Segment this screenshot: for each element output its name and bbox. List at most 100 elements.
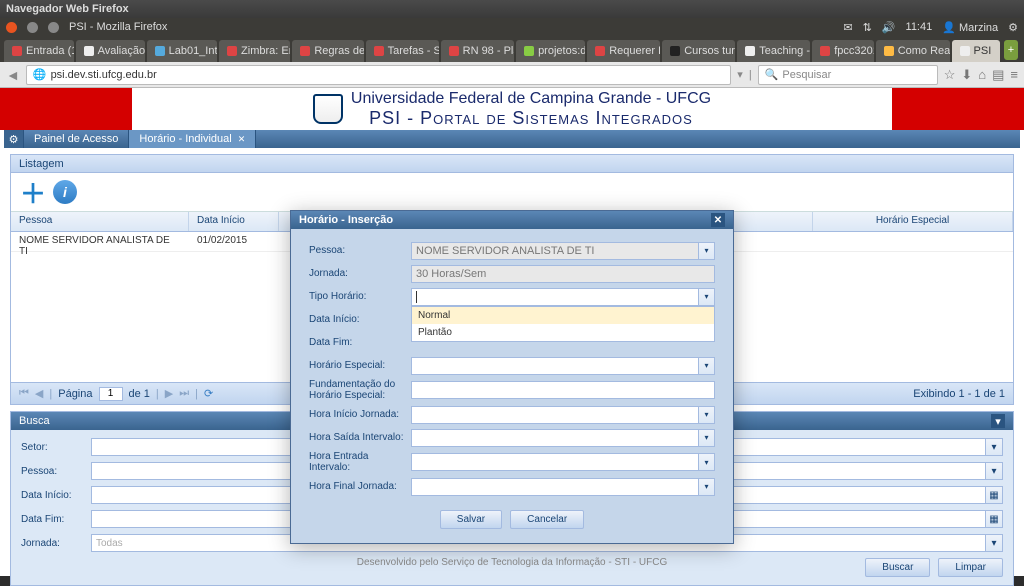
- window-title: PSI - Mozilla Firefox: [69, 21, 167, 33]
- tab-label: RN 98 - Pla…: [463, 45, 514, 57]
- close-icon[interactable]: [6, 22, 17, 33]
- dropdown-icon[interactable]: ▾: [699, 406, 715, 424]
- favicon: [745, 46, 755, 56]
- user-indicator[interactable]: 👤 Marzina: [942, 21, 998, 34]
- clock: 11:41: [906, 21, 933, 33]
- favicon: [960, 46, 970, 56]
- dropdown-icon[interactable]: ▾: [699, 453, 715, 471]
- dropdown-icon[interactable]: ▾: [737, 68, 743, 81]
- label-hora-entrada: Hora Entrada Intervalo:: [309, 451, 411, 473]
- label-horario-especial: Horário Especial:: [309, 360, 411, 371]
- url-input[interactable]: 🌐 psi.dev.sti.ufcg.edu.br: [26, 65, 731, 85]
- window-title-bar: PSI - Mozilla Firefox ✉ ⇅ 🔊 11:41 👤 Marz…: [0, 18, 1024, 36]
- browser-tab[interactable]: Tarefas - SI…: [366, 40, 439, 62]
- favicon: [374, 46, 384, 56]
- cancelar-button[interactable]: Cancelar: [510, 510, 584, 529]
- tab-label: Entrada (1…: [26, 45, 74, 57]
- browser-tab[interactable]: Entrada (1…: [4, 40, 74, 62]
- tab-label: Tarefas - SI…: [388, 45, 439, 57]
- favicon: [155, 46, 165, 56]
- label-hora-inicio: Hora Início Jornada:: [309, 409, 411, 420]
- hora-inicio-input[interactable]: [411, 406, 699, 424]
- page-content: Universidade Federal de Campina Grande -…: [0, 88, 1024, 576]
- mail-icon[interactable]: ✉: [843, 21, 852, 34]
- tab-label: Como Reali…: [898, 45, 950, 57]
- browser-tab[interactable]: RN 98 - Pla…: [441, 40, 514, 62]
- browser-tab[interactable]: projetos:di…: [516, 40, 585, 62]
- tab-label: Teaching - j…: [759, 45, 810, 57]
- browser-tab[interactable]: Cursos turc…: [662, 40, 735, 62]
- favicon: [449, 46, 459, 56]
- fundamentacao-input[interactable]: [411, 381, 715, 399]
- system-tray: ✉ ⇅ 🔊 11:41 👤 Marzina ⚙: [843, 21, 1018, 34]
- dropdown-icon[interactable]: ▾: [699, 288, 715, 306]
- address-bar: ◄ 🌐 psi.dev.sti.ufcg.edu.br ▾ | 🔍 Pesqui…: [0, 62, 1024, 88]
- favicon: [884, 46, 894, 56]
- search-input[interactable]: 🔍 Pesquisar: [758, 65, 938, 85]
- os-title: Navegador Web Firefox: [6, 3, 129, 15]
- favicon: [820, 46, 830, 56]
- browser-tab[interactable]: Zimbra: En…: [219, 40, 290, 62]
- bookmarks-icon[interactable]: ▤: [992, 67, 1004, 83]
- option-normal[interactable]: Normal: [412, 307, 714, 324]
- browser-tab[interactable]: Regras de …: [292, 40, 363, 62]
- hora-final-input[interactable]: [411, 478, 699, 496]
- url-text: psi.dev.sti.ufcg.edu.br: [51, 69, 157, 81]
- tipo-horario-input[interactable]: [411, 288, 699, 306]
- minimize-icon[interactable]: [27, 22, 38, 33]
- tab-label: Avaliação …: [98, 45, 145, 57]
- dropdown-icon[interactable]: ▾: [699, 357, 715, 375]
- network-icon[interactable]: ⇅: [863, 21, 872, 34]
- favicon: [12, 46, 22, 56]
- browser-tab[interactable]: Como Reali…: [876, 40, 950, 62]
- browser-tab[interactable]: Avaliação …: [76, 40, 145, 62]
- label-jornada: Jornada:: [309, 268, 411, 279]
- pessoa-field: NOME SERVIDOR ANALISTA DE TI: [411, 242, 699, 260]
- close-icon[interactable]: ✕: [711, 213, 725, 227]
- close-icon[interactable]: ×: [999, 45, 1000, 57]
- horario-especial-input[interactable]: [411, 357, 699, 375]
- browser-tab[interactable]: Lab01_Intr…: [147, 40, 217, 62]
- favicon: [227, 46, 237, 56]
- browser-tab[interactable]: Requerer P…: [587, 40, 660, 62]
- salvar-button[interactable]: Salvar: [440, 510, 502, 529]
- label-data-inicio: Data Início:: [309, 314, 411, 325]
- tab-label: Requerer P…: [609, 45, 660, 57]
- browser-tabs: Entrada (1… Avaliação … Lab01_Intr…Zimbra:…: [0, 36, 1024, 62]
- sound-icon[interactable]: 🔊: [882, 21, 896, 34]
- browser-tab[interactable]: PSI ×: [952, 40, 1000, 62]
- new-tab-button[interactable]: +: [1004, 40, 1018, 60]
- dropdown-icon[interactable]: ▾: [699, 242, 715, 260]
- maximize-icon[interactable]: [48, 22, 59, 33]
- os-title-bar: Navegador Web Firefox: [0, 0, 1024, 18]
- hora-entrada-input[interactable]: [411, 453, 699, 471]
- label-fundamentacao: Fundamentação do Horário Especial:: [309, 379, 411, 401]
- dropdown-icon[interactable]: ▾: [699, 429, 715, 447]
- browser-tab[interactable]: fpcc32015: [812, 40, 873, 62]
- label-data-fim: Data Fim:: [309, 337, 411, 348]
- label-hora-final: Hora Final Jornada:: [309, 481, 411, 492]
- favicon: [84, 46, 94, 56]
- label-pessoa: Pessoa:: [309, 245, 411, 256]
- horario-insercao-modal: Horário - Inserção ✕ Pessoa:NOME SERVIDO…: [290, 210, 734, 544]
- star-icon[interactable]: ☆: [944, 67, 956, 83]
- browser-tab[interactable]: Teaching - j…: [737, 40, 810, 62]
- jornada-field: 30 Horas/Sem: [411, 265, 715, 283]
- back-icon[interactable]: ◄: [6, 67, 20, 83]
- gear-icon[interactable]: ⚙: [1008, 21, 1018, 34]
- label-tipo-horario: Tipo Horário:: [309, 291, 411, 302]
- globe-icon: 🌐: [33, 68, 47, 81]
- dropdown-icon[interactable]: ▾: [699, 478, 715, 496]
- favicon: [595, 46, 605, 56]
- tab-label: Lab01_Intr…: [169, 45, 217, 57]
- hora-saida-input[interactable]: [411, 429, 699, 447]
- option-plantao[interactable]: Plantão: [412, 324, 714, 341]
- modal-title: Horário - Inserção: [299, 214, 393, 226]
- download-icon[interactable]: ⬇: [961, 67, 972, 83]
- menu-icon[interactable]: ≡: [1010, 67, 1018, 82]
- tab-label: PSI: [974, 45, 992, 57]
- favicon: [300, 46, 310, 56]
- home-icon[interactable]: ⌂: [978, 67, 986, 82]
- search-icon: 🔍: [765, 68, 779, 81]
- tab-label: fpcc32015: [834, 45, 873, 57]
